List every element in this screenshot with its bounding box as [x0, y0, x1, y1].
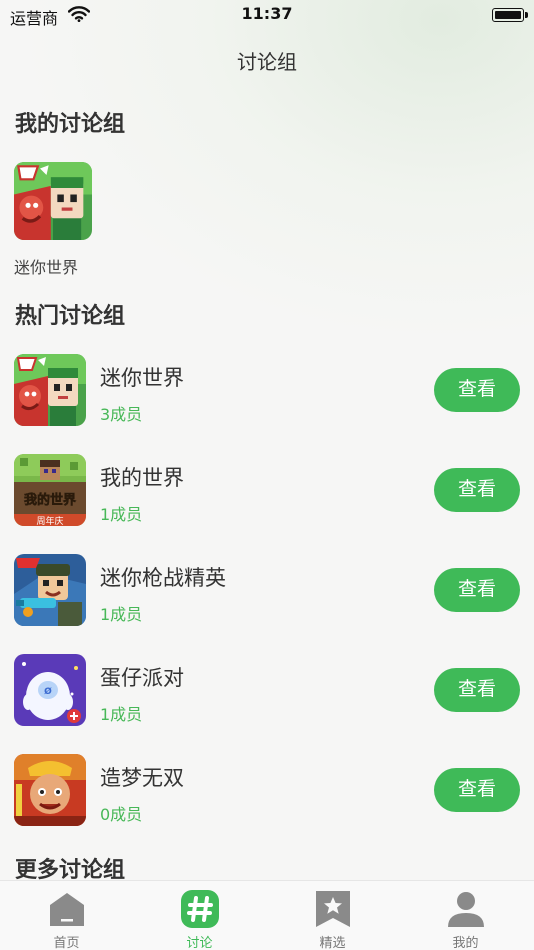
member-count: 1成员 [100, 605, 143, 624]
my-groups-title: 我的讨论组 [15, 112, 126, 137]
my-group-label: 迷你世界 [14, 258, 79, 277]
battery-icon [492, 8, 524, 22]
group-name: 迷你世界 [100, 366, 184, 390]
tab-label: 我的 [452, 936, 479, 950]
page-title: 讨论组 [237, 50, 297, 74]
view-button[interactable]: 查看 [434, 468, 520, 512]
user-icon [446, 889, 486, 929]
list-item: 我的世界 周年庆 我的世界 1成员 查看 [0, 452, 534, 532]
member-count: 3成员 [100, 405, 143, 424]
hot-groups-title: 热门讨论组 [15, 304, 126, 329]
my-world-game-icon: 我的世界 周年庆 [14, 454, 86, 526]
view-button[interactable]: 查看 [434, 568, 520, 612]
tab-featured[interactable]: 精选 [266, 881, 399, 950]
discussion-screen: 运营商 11:37 讨论组 我的讨论组 迷你世界 热门讨论组 迷你世界 3成员 … [0, 0, 534, 950]
svg-text:Ø: Ø [44, 686, 52, 697]
my-group-item[interactable]: 迷你世界 [14, 162, 94, 277]
game-icon-title: 我的世界 [24, 492, 76, 508]
list-item: Ø 蛋仔派对 1成员 查看 [0, 652, 534, 732]
group-name: 蛋仔派对 [100, 666, 184, 690]
view-button[interactable]: 查看 [434, 368, 520, 412]
group-name: 迷你枪战精英 [100, 566, 226, 590]
eggy-party-game-icon: Ø [14, 654, 86, 726]
member-count: 1成员 [100, 505, 143, 524]
tab-discussion[interactable]: 讨论 [133, 881, 266, 950]
group-name: 造梦无双 [100, 766, 184, 790]
game-icon-badge: 周年庆 [36, 515, 63, 526]
clock: 11:37 [241, 4, 293, 23]
dream-warrior-game-icon [14, 754, 86, 826]
tab-home[interactable]: 首页 [0, 881, 133, 950]
tab-label: 讨论 [186, 936, 213, 950]
list-item: 迷你枪战精英 1成员 查看 [0, 552, 534, 632]
tab-label: 精选 [319, 936, 346, 950]
group-name: 我的世界 [100, 466, 184, 490]
tab-label: 首页 [53, 936, 80, 950]
tab-bar: 首页 讨论 精选 我的 [0, 880, 534, 950]
list-item: 迷你世界 3成员 查看 [0, 352, 534, 432]
list-item: 造梦无双 0成员 查看 [0, 752, 534, 832]
battery-tip [525, 12, 528, 18]
bookmark-star-icon [313, 889, 353, 929]
member-count: 0成员 [100, 805, 143, 824]
status-bar: 运营商 11:37 [0, 0, 534, 30]
tab-mine[interactable]: 我的 [399, 881, 532, 950]
member-count: 1成员 [100, 705, 143, 724]
hashtag-icon [180, 889, 220, 929]
mini-world-game-icon [14, 162, 92, 240]
view-button[interactable]: 查看 [434, 768, 520, 812]
home-icon [47, 889, 87, 929]
mini-world-game-icon [14, 354, 86, 426]
view-button[interactable]: 查看 [434, 668, 520, 712]
mini-gun-elite-game-icon [14, 554, 86, 626]
